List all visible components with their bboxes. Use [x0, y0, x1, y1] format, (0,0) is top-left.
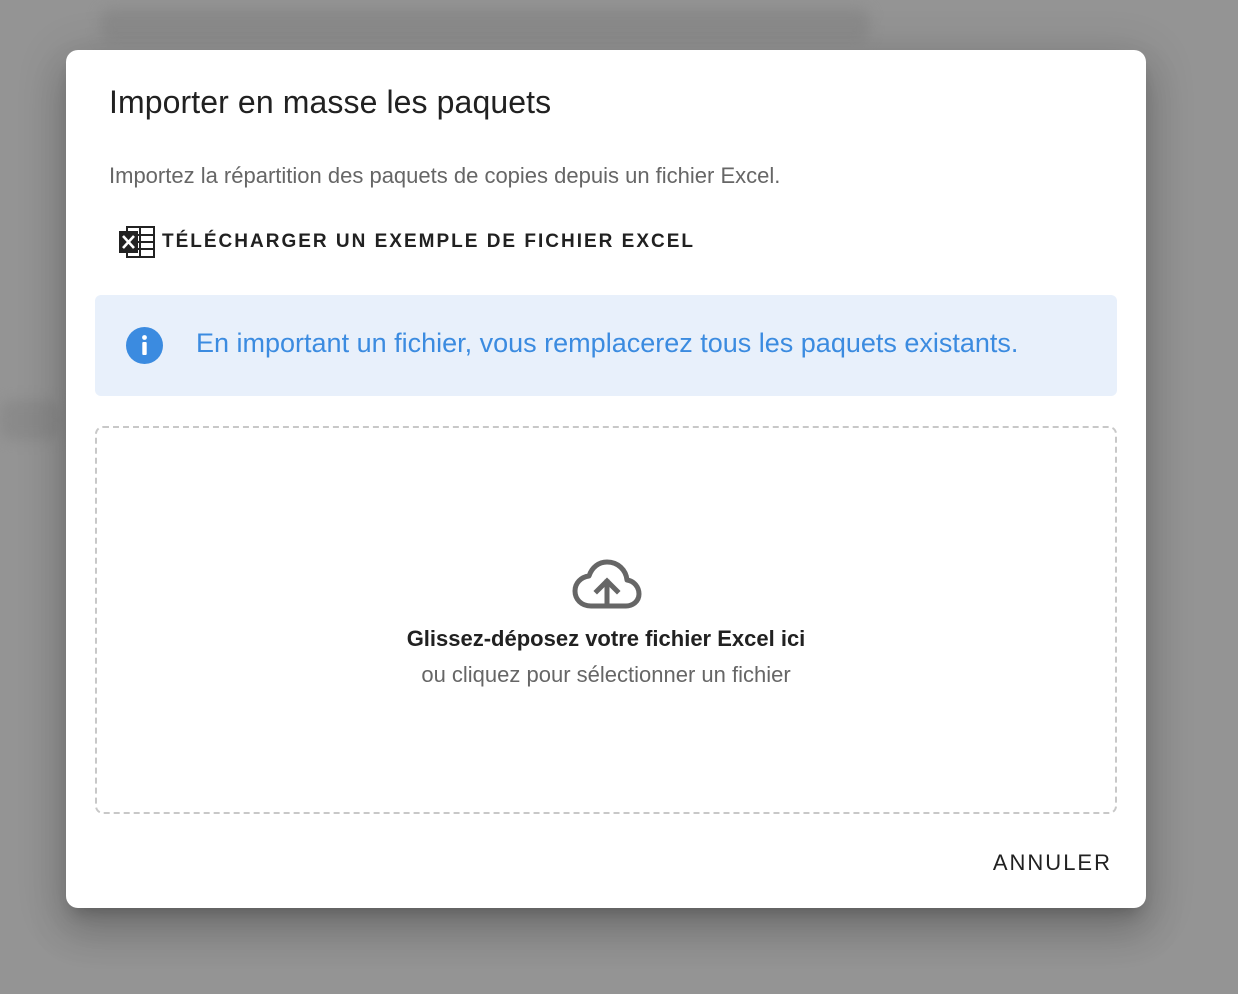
dropzone-title: Glissez-déposez votre fichier Excel ici — [406, 626, 806, 651]
cloud-upload-icon — [572, 559, 642, 609]
file-dropzone[interactable]: Glissez-déposez votre fichier Excel ici … — [95, 426, 1117, 814]
cancel-button[interactable]: ANNULER — [993, 843, 1112, 883]
info-alert: En important un fichier, vous remplacere… — [95, 295, 1117, 396]
background-content-blur — [100, 8, 870, 42]
background-content-blur — [0, 400, 60, 440]
download-example-label: TÉLÉCHARGER UN EXEMPLE DE FICHIER EXCEL — [162, 231, 695, 252]
excel-file-icon — [119, 226, 155, 258]
dropzone-subtitle: ou cliquez pour sélectionner un fichier — [421, 662, 791, 687]
dialog-description: Importez la répartition des paquets de c… — [109, 163, 781, 188]
import-packets-dialog: Importer en masse les paquets Importez l… — [66, 50, 1146, 908]
dialog-title: Importer en masse les paquets — [109, 84, 552, 120]
download-example-button[interactable]: TÉLÉCHARGER UN EXEMPLE DE FICHIER EXCEL — [118, 222, 695, 262]
alert-message: En important un fichier, vous remplacere… — [196, 328, 1019, 358]
info-icon — [126, 327, 163, 364]
